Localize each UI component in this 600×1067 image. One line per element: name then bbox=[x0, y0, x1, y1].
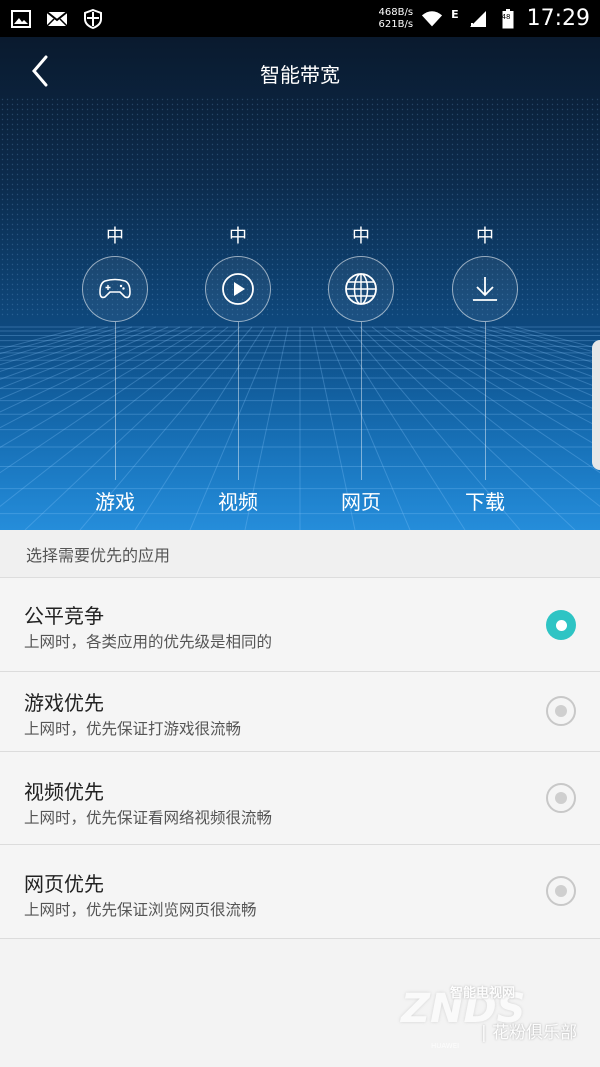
option-desc: 上网时，优先保证看网络视频很流畅 bbox=[24, 809, 273, 827]
signal-icon bbox=[467, 9, 489, 29]
network-type: E bbox=[451, 8, 459, 21]
radio-dot bbox=[555, 792, 567, 804]
option-web-priority[interactable]: 网页优先 上网时，优先保证浏览网页很流畅 bbox=[0, 845, 600, 939]
category-level: 中 bbox=[229, 226, 247, 247]
option-title: 公平竞争 bbox=[24, 604, 104, 628]
option-game-priority[interactable]: 游戏优先 上网时，优先保证打游戏很流畅 bbox=[0, 672, 600, 752]
app-bar: 智能带宽 bbox=[0, 37, 600, 107]
section-header: 选择需要优先的应用 bbox=[0, 530, 600, 578]
wifi-icon bbox=[421, 9, 443, 29]
category-line bbox=[114, 322, 116, 480]
priority-options: 公平竞争 上网时，各类应用的优先级是相同的 游戏优先 上网时，优先保证打游戏很流… bbox=[0, 578, 600, 939]
option-title: 网页优先 bbox=[24, 872, 104, 896]
globe-icon bbox=[328, 256, 394, 322]
watermark: ZNDS 智能电视网 | 花粉俱乐部 HUAWEI bbox=[395, 968, 600, 1050]
gallery-icon bbox=[10, 9, 32, 29]
category-level: 中 bbox=[106, 226, 124, 247]
category-game: 中 游戏 bbox=[55, 222, 175, 515]
shield-icon bbox=[82, 8, 104, 29]
category-label: 下载 bbox=[465, 490, 505, 514]
category-label: 网页 bbox=[341, 490, 381, 514]
radio-dot bbox=[555, 885, 567, 897]
radio-button[interactable] bbox=[546, 783, 576, 813]
battery-level: 48 bbox=[501, 12, 511, 21]
network-speed: 468B/s 621B/s bbox=[379, 7, 414, 31]
page-title: 智能带宽 bbox=[260, 63, 340, 87]
category-line bbox=[237, 322, 239, 480]
option-title: 游戏优先 bbox=[24, 691, 104, 715]
option-desc: 上网时，优先保证打游戏很流畅 bbox=[24, 720, 242, 738]
option-desc: 上网时，各类应用的优先级是相同的 bbox=[24, 633, 273, 651]
category-download: 中 下载 bbox=[425, 222, 545, 515]
category-level: 中 bbox=[352, 226, 370, 247]
clock: 17:29 bbox=[526, 6, 590, 31]
radio-button[interactable] bbox=[546, 696, 576, 726]
category-label: 视频 bbox=[218, 490, 258, 514]
radio-dot bbox=[555, 705, 567, 717]
category-level: 中 bbox=[476, 226, 494, 247]
category-line bbox=[360, 322, 362, 480]
category-video: 中 视频 bbox=[178, 222, 298, 515]
category-label: 游戏 bbox=[95, 490, 135, 514]
option-title: 视频优先 bbox=[24, 780, 104, 804]
download-icon bbox=[452, 256, 518, 322]
gamepad-icon bbox=[82, 256, 148, 322]
radio-button[interactable] bbox=[546, 610, 576, 640]
category-web: 中 网页 bbox=[301, 222, 421, 515]
watermark-site: 智能电视网 bbox=[450, 986, 516, 1001]
status-bar: 468B/s 621B/s E 48 17:29 bbox=[0, 0, 600, 37]
battery-icon: 48 bbox=[497, 8, 519, 29]
play-icon bbox=[205, 256, 271, 322]
watermark-club: | 花粉俱乐部 bbox=[481, 1023, 578, 1043]
radio-button[interactable] bbox=[546, 876, 576, 906]
watermark-brand: HUAWEI bbox=[431, 1042, 460, 1050]
option-desc: 上网时，优先保证浏览网页很流畅 bbox=[24, 901, 257, 919]
bandwidth-hero: 智能带宽 中 游戏 中 视频 中 网页 中 下载 bbox=[0, 37, 600, 530]
mail-icon bbox=[46, 9, 68, 29]
option-fair[interactable]: 公平竞争 上网时，各类应用的优先级是相同的 bbox=[0, 578, 600, 672]
side-drawer-handle[interactable] bbox=[592, 340, 600, 470]
speed-down: 468B/s bbox=[378, 6, 414, 18]
radio-dot bbox=[555, 619, 567, 631]
option-video-priority[interactable]: 视频优先 上网时，优先保证看网络视频很流畅 bbox=[0, 752, 600, 845]
category-line bbox=[484, 322, 486, 480]
speed-up: 621B/s bbox=[378, 18, 414, 30]
